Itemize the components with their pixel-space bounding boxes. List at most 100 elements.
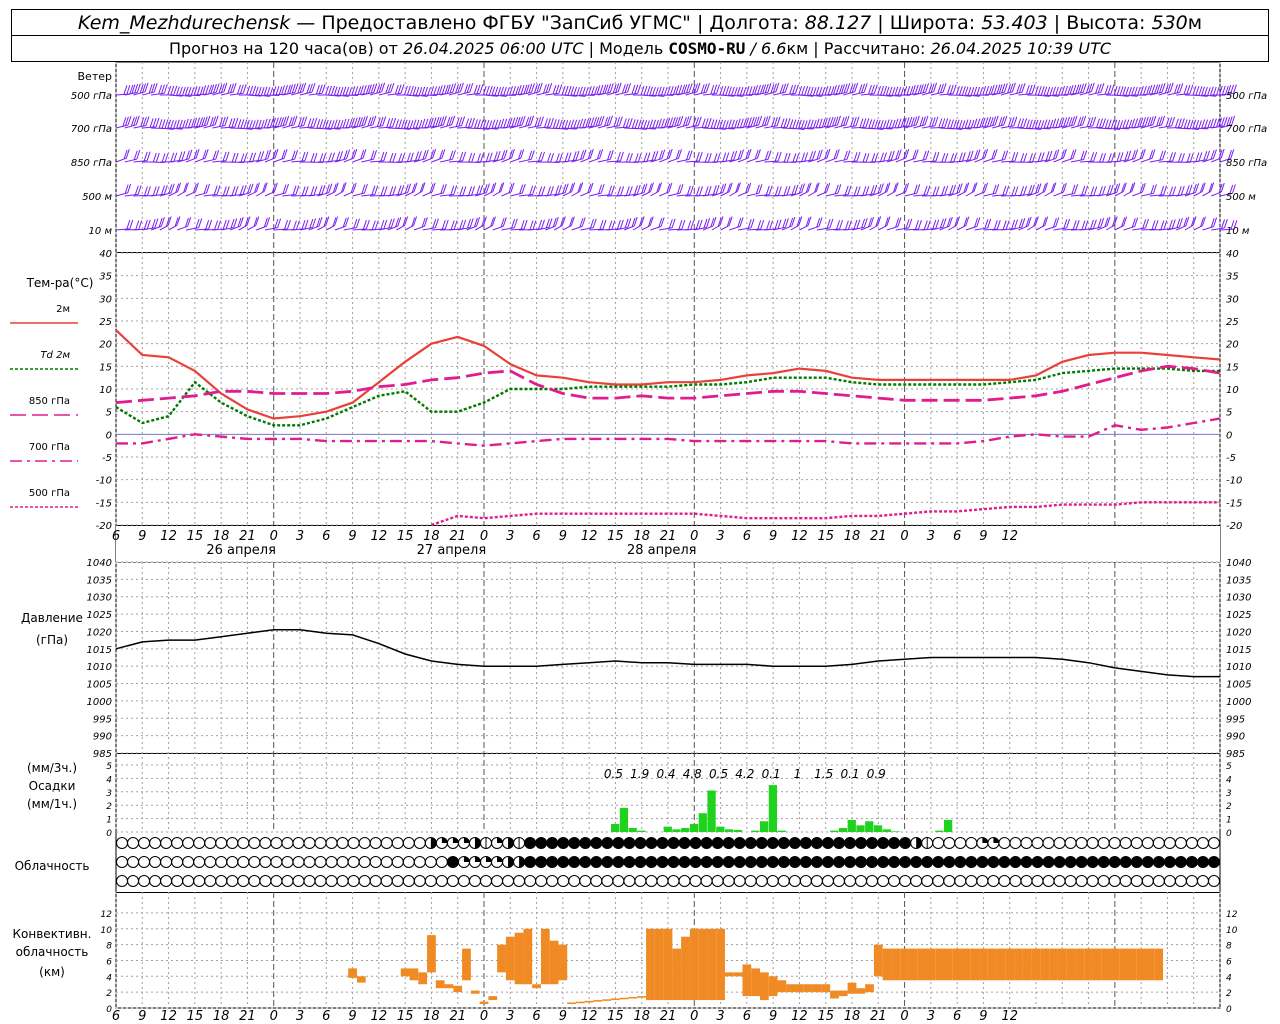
cloud-symbol [711, 875, 724, 887]
wind-barb-flag [1142, 219, 1147, 229]
conv-cloud-bar [926, 948, 936, 981]
cloud-symbol-circle [976, 856, 989, 868]
conv-cloud-bar [689, 928, 699, 1001]
wind-barb-flag [573, 86, 578, 97]
precip-bar [663, 826, 672, 832]
cloud-symbol-circle [358, 875, 371, 887]
wind-barb-flag [567, 85, 572, 96]
wind-barb-flag [628, 153, 633, 163]
cloud-symbol [546, 856, 559, 868]
cloud-symbol-circle [424, 875, 437, 887]
cloud-symbol-circle [1053, 856, 1066, 868]
wind-barb-flag [794, 84, 799, 94]
precip-y-tick-label: 2 [1226, 802, 1232, 812]
wind-barb-flag [313, 152, 318, 163]
wind-barb-flag [1104, 85, 1109, 95]
wind-barb-flag [599, 84, 604, 95]
cloud-symbol-circle [612, 875, 625, 887]
wind-barb-flag [1011, 219, 1016, 230]
wind-barb-flag [149, 118, 154, 128]
wind-barb-flag [1084, 220, 1089, 230]
wind-barb-flag [873, 184, 878, 195]
wind-barb-shaft [588, 157, 600, 163]
precip-bar [689, 823, 699, 832]
wind-barb-flag [380, 151, 385, 162]
cloud-symbol-circle [226, 856, 239, 868]
cloud-symbol-circle [116, 856, 128, 868]
wind-level-label-right: 500 гПа [1226, 91, 1267, 102]
x-tick-label-bottom: 3 [296, 1009, 304, 1024]
pressure-unit: (гПа) [36, 633, 68, 647]
pressure-y-tick-label-left: 1040 [87, 558, 112, 569]
wind-barb-flag [952, 84, 957, 94]
wind-barb-flag [690, 220, 695, 230]
cloud-symbol [325, 837, 338, 849]
precip-bar [830, 830, 839, 832]
cloud-symbol [899, 856, 912, 868]
wind-barb [413, 182, 426, 197]
wind-barb-flag [1093, 151, 1098, 162]
conv-cloud-bar [672, 948, 682, 1001]
x-tick-label-bottom: 21 [449, 1009, 466, 1024]
wind-barb-flag [1063, 117, 1068, 127]
wind-barb-flag [392, 152, 397, 163]
cloud-symbol [733, 875, 746, 887]
x-tick-label-temp: 9 [559, 529, 567, 544]
cloud-symbol [965, 875, 978, 887]
conv-cloud-bar [724, 972, 734, 977]
cloud-symbol [248, 837, 261, 849]
pressure-y-tick-label: 1010 [1226, 662, 1251, 673]
cloud-symbol-circle [744, 856, 757, 868]
conv-cloud-bar [961, 948, 971, 981]
cloud-symbol-circle [733, 875, 746, 887]
cloud-symbol-circle [535, 837, 548, 849]
x-tick-label-temp: 6 [953, 529, 961, 544]
conv-cloud-bar [935, 948, 944, 981]
wind-barb-flag [730, 86, 735, 97]
wind-barb-flag [908, 218, 913, 229]
cloud-symbol-circle [413, 837, 426, 849]
pressure-y-tick-label: 1040 [1226, 558, 1251, 569]
wind-barb-flag [1144, 218, 1149, 229]
wind-barb-flag [1116, 152, 1121, 162]
cloud-symbol-circle [402, 837, 415, 849]
wind-barb-flag [231, 118, 236, 128]
cloud-symbol-circle [821, 856, 834, 868]
cloud-symbol-circle [579, 837, 592, 849]
wind-barb-flag [713, 153, 718, 163]
wind-barb-flag [491, 86, 496, 96]
wind-barb [641, 86, 659, 97]
wind-barb-flag [1119, 86, 1124, 96]
wind-barb-flag [766, 220, 771, 230]
cloud-symbol [391, 837, 404, 849]
cloud-symbol-circle [292, 837, 305, 849]
cloud-symbol [1108, 875, 1121, 887]
wind-barb-flag [1090, 152, 1095, 162]
x-tick-label-bottom: 12 [581, 1009, 598, 1024]
precip-bar [724, 829, 734, 832]
wind-barb-flag [669, 86, 674, 96]
wind-barb [904, 184, 921, 197]
wind-barb-flag [1189, 84, 1194, 94]
wind-barb-flag [695, 152, 700, 162]
temp-y-tick-label-left: -15 [96, 498, 112, 509]
cloud-symbol [468, 875, 481, 887]
cloud-symbol [910, 875, 923, 887]
cloud-symbol-circle [755, 856, 768, 868]
wind-barb-flag [941, 153, 946, 163]
wind-barb-flag [777, 219, 782, 229]
wind-barb-flag [155, 117, 160, 128]
cloud-symbol [844, 875, 856, 887]
cloud-symbol-circle [667, 837, 680, 849]
wind-barb-flag [1023, 118, 1028, 128]
cloud-symbol [1064, 875, 1077, 887]
wind-barb-flag [578, 86, 583, 96]
wind-barb-flag [874, 119, 879, 129]
temp-y-tick-label-left: 15 [99, 362, 112, 373]
cloud-symbol-circle [1031, 856, 1044, 868]
cloud-symbol-circle [1064, 837, 1077, 849]
wind-level-label-right: 10 м [1226, 226, 1250, 237]
wind-barb-flag [397, 185, 402, 195]
conv-cloud-bar [1119, 948, 1128, 981]
wind-barb-flag [736, 86, 741, 96]
